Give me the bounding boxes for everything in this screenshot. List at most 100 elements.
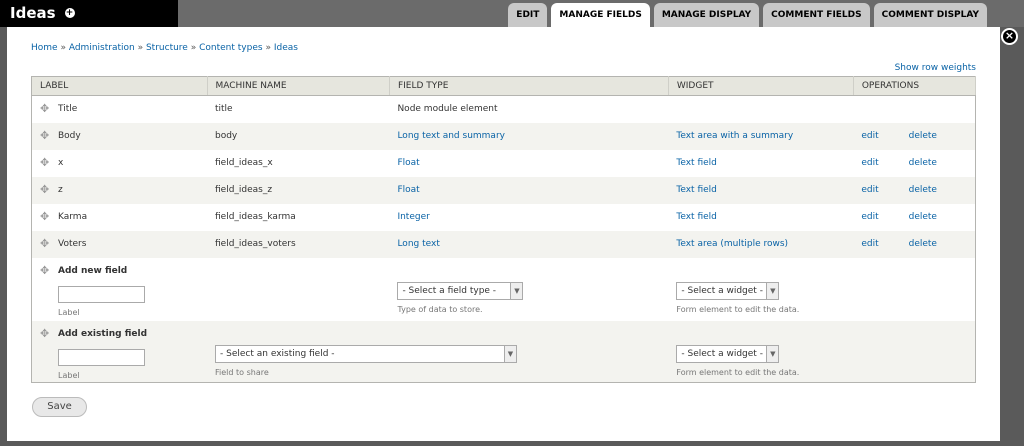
field-label: x <box>58 158 64 168</box>
operations-cell: edit delete <box>853 176 976 204</box>
drag-handle-icon[interactable]: ✥ <box>40 238 50 249</box>
add-new-label-cell: ✥ Add new field Label <box>31 257 207 321</box>
existing-field-select[interactable]: - Select an existing field - ▼ <box>215 344 517 363</box>
operations-cell: edit delete <box>853 149 976 177</box>
show-row-weights-link[interactable]: Show row weights <box>895 63 976 73</box>
add-new-field-title: Add new field <box>58 265 128 276</box>
field-type-link[interactable]: Long text and summary <box>397 131 505 141</box>
existing-field-label-caption: Label <box>58 370 80 380</box>
chevron-down-icon: ▼ <box>504 345 516 362</box>
field-type-select-value: - Select a field type - <box>402 285 497 296</box>
delete-link[interactable]: delete <box>909 212 937 222</box>
breadcrumb-ideas[interactable]: Ideas <box>274 43 298 53</box>
field-label: Title <box>58 104 78 115</box>
field-type-link[interactable]: Long text <box>397 239 439 249</box>
save-button[interactable]: Save <box>32 397 87 417</box>
widget-link[interactable]: Text area with a summary <box>676 131 793 141</box>
column-header-field-type: FIELD TYPE <box>389 76 669 96</box>
admin-top-bar: Ideas + EDIT MANAGE FIELDS MANAGE DISPLA… <box>0 0 1024 28</box>
widget-link[interactable]: Text field <box>676 212 716 222</box>
label-cell: ✥ Title <box>31 95 207 123</box>
widget-select-value: - Select a widget - <box>681 285 763 296</box>
overlay-content: Home » Administration » Structure » Cont… <box>7 27 1000 441</box>
drag-handle-icon[interactable]: ✥ <box>40 211 50 222</box>
edit-link[interactable]: edit <box>861 158 878 168</box>
widget-link[interactable]: Text field <box>676 185 716 195</box>
breadcrumb-administration[interactable]: Administration <box>69 43 135 53</box>
widget-link[interactable]: Text area (multiple rows) <box>676 239 788 249</box>
existing-field-select-value: - Select an existing field - <box>220 348 335 359</box>
chevron-down-icon: ▼ <box>766 282 779 299</box>
new-field-label-input[interactable] <box>58 285 145 303</box>
edit-link[interactable]: edit <box>861 185 878 195</box>
field-type-link[interactable]: Float <box>397 185 419 195</box>
operations-cell: edit delete <box>853 122 976 150</box>
drag-handle-icon[interactable]: ✥ <box>40 103 50 114</box>
add-existing-ops-cell <box>853 320 976 383</box>
delete-link[interactable]: delete <box>909 239 937 249</box>
table-row: ✥ Body body Long text and summary Text ar… <box>31 122 976 150</box>
add-existing-widget-cell: - Select a widget - ▼ Form element to edi… <box>668 320 854 383</box>
breadcrumb-separator: » <box>60 43 66 53</box>
column-header-operations: OPERATIONS <box>853 76 977 96</box>
field-type-link[interactable]: Integer <box>397 212 429 222</box>
existing-widget-select-value: - Select a widget - <box>681 348 763 359</box>
delete-link[interactable]: delete <box>909 131 937 141</box>
field-label: z <box>58 185 63 195</box>
edit-link[interactable]: edit <box>861 212 878 222</box>
table-row: ✥ Karma field_ideas_karma Integer Text fi… <box>31 203 976 231</box>
add-new-widget-cell: - Select a widget - ▼ Form element to edi… <box>668 257 854 321</box>
page-title: Ideas <box>10 4 56 22</box>
existing-field-label-input[interactable] <box>58 348 145 366</box>
drag-handle-icon[interactable]: ✥ <box>40 130 50 141</box>
breadcrumb-structure[interactable]: Structure <box>146 43 188 53</box>
edit-link[interactable]: edit <box>861 239 878 249</box>
label-cell: ✥ Body <box>31 122 207 150</box>
existing-field-caption: Field to share <box>215 367 269 377</box>
tab-comment-display[interactable]: COMMENT DISPLAY <box>873 3 987 27</box>
tab-manage-fields[interactable]: MANAGE FIELDS <box>551 3 650 28</box>
machine-name: field_ideas_z <box>207 176 390 204</box>
add-new-ops-cell <box>853 257 976 321</box>
close-overlay-icon[interactable]: × <box>1001 28 1018 45</box>
existing-widget-caption: Form element to edit the data. <box>676 367 800 377</box>
widget-cell: Text field <box>668 176 854 204</box>
add-shortcut-icon[interactable]: + <box>64 8 75 18</box>
widget-link[interactable]: Text field <box>676 158 716 168</box>
page-title-area: Ideas + <box>10 4 75 22</box>
field-type-select[interactable]: - Select a field type - ▼ <box>397 281 524 300</box>
widget-select[interactable]: - Select a widget - ▼ <box>676 281 780 300</box>
field-type-caption: Type of data to store. <box>397 304 483 314</box>
tab-manage-display[interactable]: MANAGE DISPLAY <box>653 3 760 27</box>
tab-comment-fields[interactable]: COMMENT FIELDS <box>763 3 870 27</box>
add-new-machine-cell <box>207 257 390 321</box>
machine-name: field_ideas_karma <box>207 203 390 231</box>
label-cell: ✥ Voters <box>31 230 207 258</box>
table-row: ✥ Voters field_ideas_voters Long text Tex… <box>31 230 976 258</box>
delete-link[interactable]: delete <box>909 185 937 195</box>
breadcrumb-separator: » <box>137 43 144 53</box>
breadcrumb: Home » Administration » Structure » Cont… <box>31 43 298 53</box>
drag-handle-icon[interactable]: ✥ <box>40 328 50 339</box>
column-header-widget: WIDGET <box>668 76 854 96</box>
table-header-row: LABEL MACHINE NAME FIELD TYPE WIDGET OPE… <box>31 76 977 96</box>
breadcrumb-home[interactable]: Home <box>31 43 58 53</box>
breadcrumb-content-types[interactable]: Content types <box>199 43 262 53</box>
drag-handle-icon[interactable]: ✥ <box>40 157 50 168</box>
new-field-label-caption: Label <box>58 307 80 317</box>
machine-name: field_ideas_voters <box>207 230 390 258</box>
field-type-link[interactable]: Float <box>397 158 419 168</box>
fields-table: LABEL MACHINE NAME FIELD TYPE WIDGET OPE… <box>31 76 977 383</box>
breadcrumb-separator: » <box>190 43 197 53</box>
add-existing-label-cell: ✥ Add existing field Label <box>31 320 207 383</box>
tab-edit[interactable]: EDIT <box>508 3 548 27</box>
machine-name: title <box>207 95 390 123</box>
drag-handle-icon[interactable]: ✥ <box>40 265 50 276</box>
existing-widget-select[interactable]: - Select a widget - ▼ <box>676 344 780 363</box>
widget-cell: Text area with a summary <box>668 122 854 150</box>
label-cell: ✥ z <box>31 176 207 204</box>
delete-link[interactable]: delete <box>909 158 937 168</box>
edit-link[interactable]: edit <box>861 131 878 141</box>
machine-name: field_ideas_x <box>207 149 390 177</box>
drag-handle-icon[interactable]: ✥ <box>40 184 50 195</box>
